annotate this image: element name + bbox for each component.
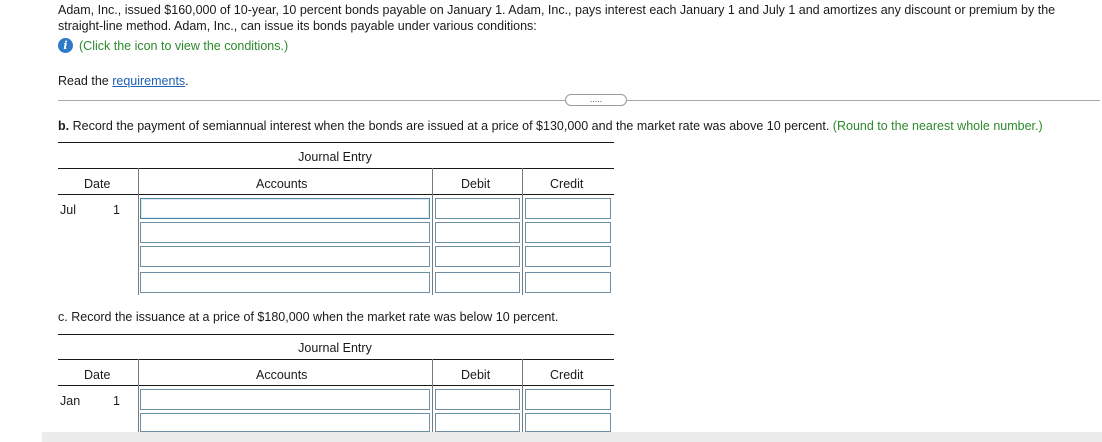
part-b-text: Record the payment of semiannual interes… [72, 119, 830, 133]
journal-b-debit-input-4[interactable] [435, 272, 520, 293]
problem-statement: Adam, Inc., issued $160,000 of 10-year, … [58, 3, 1056, 33]
journal-c-debit-input-2[interactable] [435, 413, 520, 432]
requirements-prefix: Read the [58, 74, 113, 88]
journal-c-col-divider-date [138, 359, 139, 432]
journal-c-header-credit: Credit [550, 368, 584, 382]
journal-c-credit-input-1[interactable] [525, 389, 611, 410]
journal-c-date-month: Jan [60, 394, 81, 408]
journal-c-credit-input-2[interactable] [525, 413, 611, 432]
journal-b-account-input-2[interactable] [140, 222, 430, 243]
journal-c-header-rule [58, 385, 614, 386]
journal-c-top-rule [58, 334, 614, 335]
journal-c-title: Journal Entry [298, 341, 372, 355]
conditions-link-text[interactable]: (Click the icon to view the conditions.) [79, 39, 288, 53]
journal-c-title-rule [58, 359, 614, 360]
conditions-row: i (Click the icon to view the conditions… [58, 38, 288, 53]
journal-b-credit-input-1[interactable] [525, 198, 611, 219]
journal-c-col-divider-debit [522, 359, 523, 432]
journal-b-credit-input-3[interactable] [525, 246, 611, 267]
journal-b-credit-input-2[interactable] [525, 222, 611, 243]
journal-b-header-rule [58, 194, 614, 195]
part-c-prompt: c. Record the issuance at a price of $18… [58, 310, 558, 324]
journal-b-account-input-1[interactable] [140, 198, 430, 219]
part-b-label: b. [58, 119, 70, 133]
journal-b-debit-input-1[interactable] [435, 198, 520, 219]
part-b-hint: (Round to the nearest whole number.) [832, 119, 1043, 133]
journal-b-header-credit: Credit [550, 177, 584, 191]
journal-b-date-month: Jul [60, 203, 76, 217]
journal-b-col-divider-date [138, 168, 139, 295]
journal-b-header-date: Date [84, 177, 111, 191]
part-b-prompt: b. Record the payment of semiannual inte… [58, 119, 1043, 133]
journal-c-account-input-2[interactable] [140, 413, 430, 432]
journal-c-header-accounts: Accounts [256, 368, 308, 382]
journal-c-account-input-1[interactable] [140, 389, 430, 410]
journal-c-debit-input-1[interactable] [435, 389, 520, 410]
part-c-text: Record the issuance at a price of $180,0… [71, 310, 559, 324]
journal-b-credit-input-4[interactable] [525, 272, 611, 293]
journal-b-col-divider-debit [522, 168, 523, 295]
journal-c-header-debit: Debit [461, 368, 491, 382]
journal-b-title-rule [58, 168, 614, 169]
journal-b-debit-input-3[interactable] [435, 246, 520, 267]
part-c-label: c. [58, 310, 68, 324]
requirements-suffix: . [185, 74, 189, 88]
journal-b-title: Journal Entry [298, 150, 372, 164]
journal-c-col-divider-accounts [432, 359, 433, 432]
journal-b-col-divider-accounts [432, 168, 433, 295]
expand-more-button[interactable]: ..... [565, 94, 627, 106]
journal-b-account-input-4[interactable] [140, 272, 430, 293]
journal-b-debit-input-2[interactable] [435, 222, 520, 243]
journal-c-header-date: Date [84, 368, 111, 382]
journal-b-header-debit: Debit [461, 177, 491, 191]
requirements-line: Read the requirements. [58, 74, 189, 88]
journal-c-date-day: 1 [113, 394, 120, 408]
requirements-link[interactable]: requirements [112, 74, 185, 88]
journal-b-date-day: 1 [113, 203, 120, 217]
journal-b-account-input-3[interactable] [140, 246, 430, 267]
journal-b-header-accounts: Accounts [256, 177, 308, 191]
info-icon[interactable]: i [58, 38, 73, 53]
journal-b-top-rule [58, 142, 614, 143]
bottom-toolbar-strip [42, 432, 1102, 442]
